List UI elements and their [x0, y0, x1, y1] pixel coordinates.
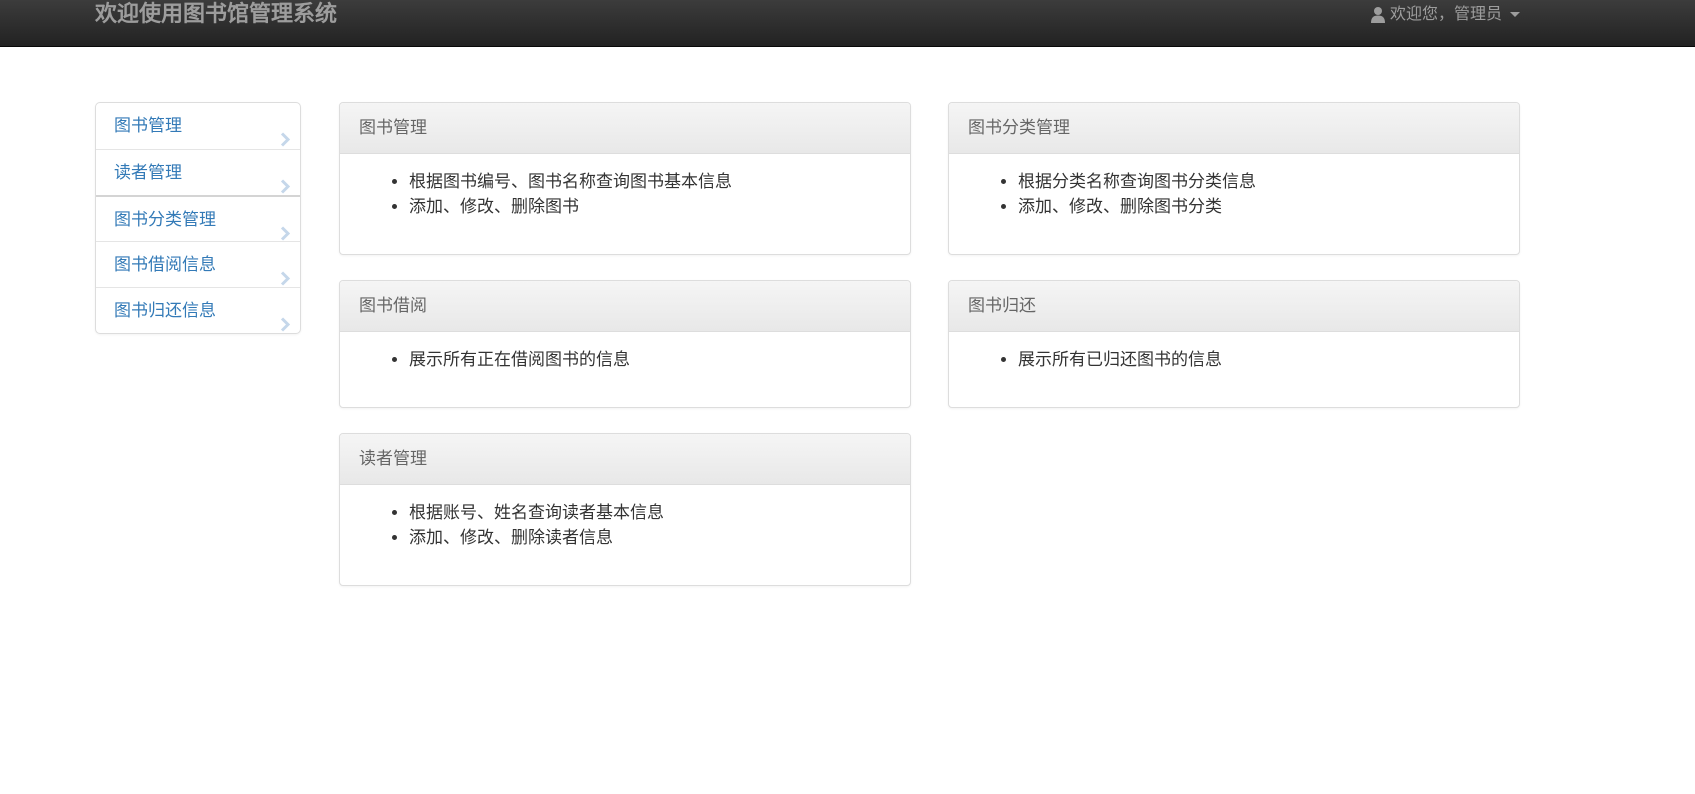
sidebar-nav: 图书管理 读者管理 图书分类管理 图书借阅信息 图书归还信息 [95, 102, 301, 334]
panel-category-management: 图书分类管理 根据分类名称查询图书分类信息 添加、修改、删除图书分类 [948, 102, 1520, 255]
feature-list: 展示所有已归还图书的信息 [964, 348, 1504, 373]
list-item: 添加、修改、删除图书分类 [1018, 195, 1504, 220]
sidebar-item-label: 图书分类管理 [114, 210, 216, 230]
panel-reader-management: 读者管理 根据账号、姓名查询读者基本信息 添加、修改、删除读者信息 [339, 433, 911, 586]
user-menu-label: 欢迎您，管理员 [1389, 4, 1502, 23]
list-item: 展示所有正在借阅图书的信息 [409, 348, 895, 373]
sidebar-item-label: 读者管理 [114, 163, 182, 183]
panel-book-return: 图书归还 展示所有已归还图书的信息 [948, 280, 1520, 408]
panel-body: 展示所有已归还图书的信息 [949, 332, 1519, 388]
list-item: 添加、修改、删除图书 [409, 195, 895, 220]
panel-title: 图书归还 [949, 281, 1519, 332]
user-menu-dropdown[interactable]: 欢迎您，管理员 [1370, 0, 1520, 28]
panel-body: 根据图书编号、图书名称查询图书基本信息 添加、修改、删除图书 [340, 154, 910, 235]
sidebar-item-label: 图书归还信息 [114, 301, 216, 321]
list-item: 根据账号、姓名查询读者基本信息 [409, 501, 895, 526]
sidebar-item-label: 图书管理 [114, 116, 182, 136]
sidebar-item-reader-management[interactable]: 读者管理 [96, 149, 300, 195]
sidebar-item-book-management[interactable]: 图书管理 [96, 103, 300, 149]
panel-body: 根据分类名称查询图书分类信息 添加、修改、删除图书分类 [949, 154, 1519, 235]
panel-body: 根据账号、姓名查询读者基本信息 添加、修改、删除读者信息 [340, 485, 910, 566]
feature-list: 根据图书编号、图书名称查询图书基本信息 添加、修改、删除图书 [355, 170, 895, 220]
feature-list: 根据分类名称查询图书分类信息 添加、修改、删除图书分类 [964, 170, 1504, 220]
list-item: 展示所有已归还图书的信息 [1018, 348, 1504, 373]
list-item: 添加、修改、删除读者信息 [409, 526, 895, 551]
panel-title: 读者管理 [340, 434, 910, 485]
user-icon [1370, 6, 1386, 23]
feature-list: 根据账号、姓名查询读者基本信息 添加、修改、删除读者信息 [355, 501, 895, 551]
panel-title: 图书分类管理 [949, 103, 1519, 154]
feature-list: 展示所有正在借阅图书的信息 [355, 348, 895, 373]
panel-book-management: 图书管理 根据图书编号、图书名称查询图书基本信息 添加、修改、删除图书 [339, 102, 911, 255]
sidebar-item-label: 图书借阅信息 [114, 255, 216, 275]
list-item: 根据分类名称查询图书分类信息 [1018, 170, 1504, 195]
top-navbar: 欢迎使用图书馆管理系统 欢迎您，管理员 [0, 0, 1695, 47]
chevron-right-icon [280, 304, 291, 350]
panel-title: 图书借阅 [340, 281, 910, 332]
caret-down-icon [1510, 11, 1520, 17]
sidebar-item-borrow-info[interactable]: 图书借阅信息 [96, 241, 300, 287]
panel-book-borrow: 图书借阅 展示所有正在借阅图书的信息 [339, 280, 911, 408]
panel-title: 图书管理 [340, 103, 910, 154]
brand-title[interactable]: 欢迎使用图书馆管理系统 [95, 0, 337, 30]
list-item: 根据图书编号、图书名称查询图书基本信息 [409, 170, 895, 195]
panel-body: 展示所有正在借阅图书的信息 [340, 332, 910, 388]
sidebar-item-return-info[interactable]: 图书归还信息 [96, 287, 300, 333]
sidebar-item-category-management[interactable]: 图书分类管理 [96, 195, 300, 241]
